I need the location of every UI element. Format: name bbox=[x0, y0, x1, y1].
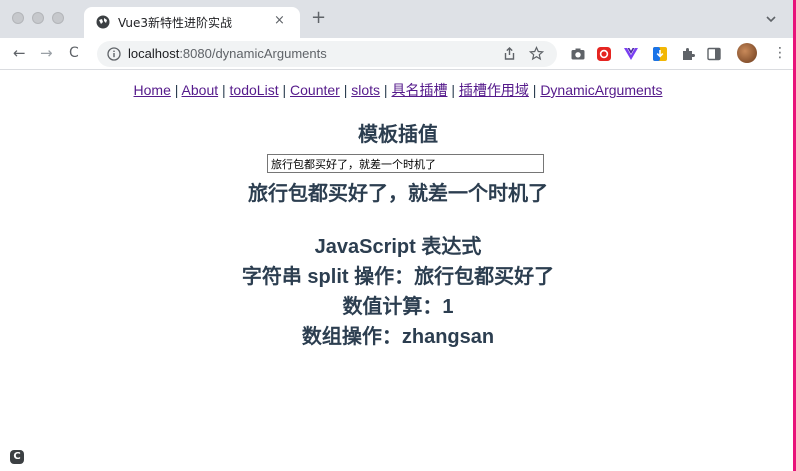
tab-title: Vue3新特性进阶实战 bbox=[118, 16, 233, 30]
nav-separator: | bbox=[447, 82, 459, 98]
page-content: Home | About | todoList | Counter | slot… bbox=[0, 71, 796, 471]
window-close-button[interactable] bbox=[12, 12, 24, 24]
browser-tab-active[interactable]: Vue3新特性进阶实战 × bbox=[84, 7, 300, 38]
browser-toolbar: ← → C localhost:8080/dynamicArguments ⋮ bbox=[0, 38, 796, 70]
nav-separator: | bbox=[278, 82, 291, 98]
new-tab-button[interactable]: + bbox=[311, 9, 326, 27]
camera-icon[interactable] bbox=[570, 46, 586, 62]
url-host: localhost bbox=[128, 46, 180, 61]
array-result: 数组操作：zhangsan bbox=[301, 326, 495, 348]
reload-button[interactable]: C bbox=[69, 45, 79, 61]
message-input[interactable] bbox=[267, 154, 544, 173]
download-extension-icon[interactable] bbox=[652, 46, 668, 62]
window-zoom-button[interactable] bbox=[52, 12, 64, 24]
url-text[interactable]: localhost:8080/dynamicArguments bbox=[128, 46, 327, 61]
section-title: 模板插值 bbox=[358, 124, 438, 146]
profile-avatar[interactable] bbox=[737, 43, 757, 63]
chevron-down-icon[interactable] bbox=[764, 12, 778, 26]
split-result: 字符串 split 操作：旅行包都买好了 bbox=[241, 266, 555, 288]
nav-separator: | bbox=[170, 82, 182, 98]
puzzle-icon[interactable] bbox=[680, 46, 696, 62]
side-panel-icon[interactable] bbox=[706, 46, 722, 62]
nav-link-dynamic-arguments[interactable]: DynamicArguments bbox=[540, 82, 662, 98]
nav-separator: | bbox=[339, 82, 352, 98]
nav-separator: | bbox=[380, 82, 392, 98]
nav-link-scoped-slots[interactable]: 插槽作用域 bbox=[459, 82, 529, 98]
share-icon[interactable] bbox=[502, 46, 517, 61]
nav-link-named-slots[interactable]: 具名插槽 bbox=[391, 82, 447, 98]
forward-button[interactable]: → bbox=[40, 45, 53, 61]
js-expression-title: JavaScript 表达式 bbox=[314, 236, 482, 258]
info-icon[interactable] bbox=[107, 47, 121, 61]
router-nav: Home | About | todoList | Counter | slot… bbox=[0, 80, 796, 100]
browser-menu-button[interactable]: ⋮ bbox=[773, 45, 787, 61]
nav-link-about[interactable]: About bbox=[182, 82, 219, 98]
tab-strip: Vue3新特性进阶实战 × + bbox=[0, 0, 796, 38]
vue-devtools-icon[interactable] bbox=[623, 46, 639, 62]
url-path: :8080/dynamicArguments bbox=[179, 46, 327, 61]
nav-link-todolist[interactable]: todoList bbox=[230, 82, 279, 98]
nav-link-slots[interactable]: slots bbox=[351, 82, 380, 98]
star-icon[interactable] bbox=[529, 46, 544, 61]
tab-close-button[interactable]: × bbox=[274, 13, 285, 28]
globe-icon bbox=[96, 15, 110, 29]
calc-result: 数值计算：1 bbox=[342, 296, 454, 318]
nav-link-counter[interactable]: Counter bbox=[290, 82, 340, 98]
nav-separator: | bbox=[218, 82, 230, 98]
nav-link-home[interactable]: Home bbox=[134, 82, 171, 98]
nav-separator: | bbox=[528, 82, 541, 98]
back-button[interactable]: ← bbox=[13, 45, 26, 61]
window-minimize-button[interactable] bbox=[32, 12, 44, 24]
red-extension-icon[interactable] bbox=[596, 46, 612, 62]
extension-badge[interactable]: C bbox=[10, 450, 24, 464]
address-bar[interactable]: localhost:8080/dynamicArguments bbox=[97, 41, 557, 67]
message-echo: 旅行包都买好了，就差一个时机了 bbox=[248, 183, 548, 205]
